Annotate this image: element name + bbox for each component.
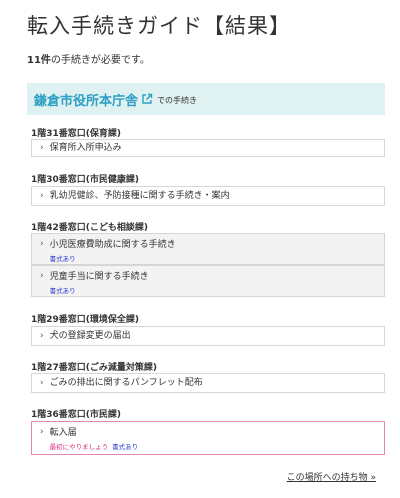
procedure-label: 小児医療費助成に関する手続き xyxy=(49,240,176,250)
procedure-item-pediatric-medical[interactable]: › 小児医療費助成に関する手続き 書式あり xyxy=(31,233,385,265)
counter-heading-health: 1階30番窓口(市民健康課) xyxy=(31,175,140,185)
chevron-right-icon: › xyxy=(40,142,44,153)
procedure-item-nursery-application[interactable]: › 保育所入所申込み xyxy=(31,139,385,157)
form-available-badge: 書式あり xyxy=(112,442,139,451)
procedure-label: 保育所入所申込み xyxy=(49,142,122,153)
counter-heading-citizens: 1階36番窓口(市民課) xyxy=(31,410,122,420)
counter-heading-environment: 1階29番窓口(環境保全課) xyxy=(31,315,140,325)
office-header: 鎌倉市役所本庁舎 での手続き xyxy=(27,83,385,115)
procedure-item-garbage-pamphlet[interactable]: › ごみの排出に関するパンフレット配布 xyxy=(31,373,385,393)
procedure-item-dog-registration[interactable]: › 犬の登録変更の届出 xyxy=(31,326,385,346)
counter-heading-nursery: 1階31番窓口(保育課) xyxy=(31,129,122,139)
form-available-badge: 書式あり xyxy=(49,254,76,263)
do-first-badge: 最初にやりましょう xyxy=(49,442,109,451)
office-link[interactable]: 鎌倉市役所本庁舎 xyxy=(34,90,153,109)
counter-heading-waste-reduction: 1階27番窓口(ごみ減量対策課) xyxy=(31,363,158,373)
form-available-badge: 書式あり xyxy=(49,286,76,295)
chevron-right-icon: › xyxy=(40,190,44,201)
result-count: 11件 xyxy=(27,55,51,66)
procedure-label: 乳幼児健診、予防接種に関する手続き・案内 xyxy=(49,190,230,201)
counter-heading-child-consultation: 1階42番窓口(こども相談課) xyxy=(31,223,149,233)
page-title: 転入手続きガイド【結果】 xyxy=(27,14,291,38)
chevron-right-icon: › xyxy=(40,377,44,388)
result-summary-text: の手続きが必要です。 xyxy=(50,55,150,66)
office-name: 鎌倉市役所本庁舎 xyxy=(34,93,139,109)
procedure-item-moving-in-notice[interactable]: › 転入届 最初にやりましょう 書式あり xyxy=(31,421,385,455)
chevron-right-icon: › xyxy=(40,239,44,249)
external-link-icon xyxy=(142,93,153,104)
procedure-label: 犬の登録変更の届出 xyxy=(49,330,131,341)
chevron-right-icon: › xyxy=(40,330,44,341)
chevron-right-icon: › xyxy=(40,271,44,281)
office-suffix: での手続き xyxy=(157,96,198,105)
belongings-link[interactable]: この場所への持ち物 » xyxy=(287,470,376,483)
procedure-label: 転入届 xyxy=(49,428,77,438)
procedure-item-infant-checkup[interactable]: › 乳幼児健診、予防接種に関する手続き・案内 xyxy=(31,186,385,206)
procedure-item-child-allowance[interactable]: › 児童手当に関する手続き 書式あり xyxy=(31,265,385,297)
chevron-right-icon: › xyxy=(40,427,44,437)
procedure-label: 児童手当に関する手続き xyxy=(49,272,149,282)
procedure-label: ごみの排出に関するパンフレット配布 xyxy=(49,377,203,388)
result-summary: 11件の手続きが必要です。 xyxy=(27,51,150,66)
